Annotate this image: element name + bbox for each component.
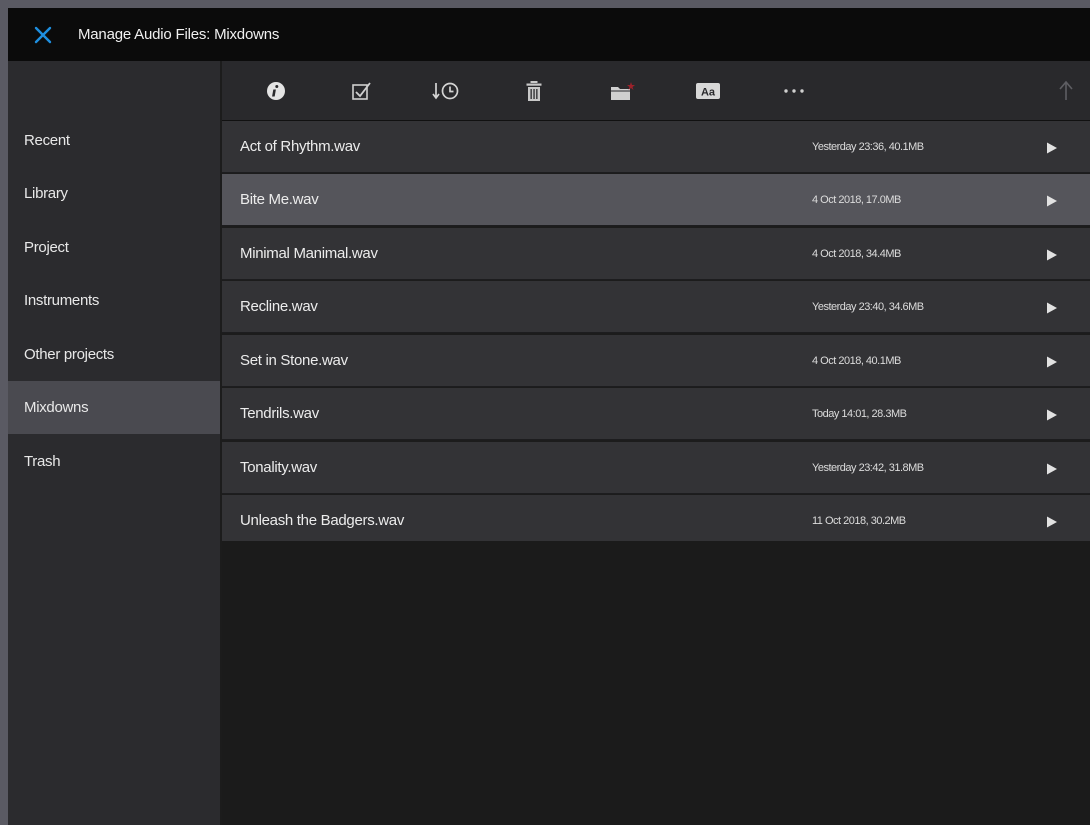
file-name: Minimal Manimal.wav (240, 245, 378, 262)
sidebar-item-label: Other projects (24, 346, 115, 363)
file-meta: 4 Oct 2018, 40.1MB (812, 355, 901, 367)
file-name: Set in Stone.wav (240, 352, 348, 369)
play-icon[interactable] (1045, 515, 1059, 529)
sidebar-item-label: Instruments (24, 292, 100, 309)
parent-folder-button[interactable] (1046, 61, 1086, 120)
close-icon (34, 26, 52, 43)
play-icon[interactable] (1045, 408, 1059, 422)
file-row[interactable]: Minimal Manimal.wav 4 Oct 2018, 34.4MB (222, 228, 1090, 280)
sidebar-item-other-projects[interactable]: Other projects (8, 328, 220, 381)
file-row[interactable]: Tonality.wav Yesterday 23:42, 31.8MB (222, 442, 1090, 494)
file-meta: Yesterday 23:42, 31.8MB (812, 462, 924, 474)
sidebar-item-recent[interactable]: Recent (8, 114, 220, 167)
play-icon[interactable] (1045, 355, 1059, 369)
sidebar: Recent Library Project Instruments Other… (8, 61, 220, 825)
play-icon[interactable] (1045, 248, 1059, 262)
sidebar-item-label: Project (24, 239, 69, 256)
play-icon[interactable] (1045, 141, 1059, 155)
window-title: Manage Audio Files: Mixdowns (78, 26, 280, 43)
more-button[interactable] (774, 61, 814, 120)
info-icon (267, 81, 285, 100)
close-button[interactable] (28, 20, 58, 50)
file-meta: 4 Oct 2018, 34.4MB (812, 248, 901, 260)
file-name: Recline.wav (240, 298, 318, 315)
file-meta: Yesterday 23:40, 34.6MB (812, 301, 924, 313)
sidebar-item-label: Trash (24, 453, 61, 470)
sort-by-time-button[interactable] (426, 61, 466, 120)
file-name: Unleash the Badgers.wav (240, 512, 405, 529)
text-size-icon: Aa (696, 82, 720, 99)
svg-text:Aa: Aa (701, 86, 716, 98)
file-row[interactable]: Unleash the Badgers.wav 11 Oct 2018, 30.… (222, 495, 1090, 547)
title-bar: Manage Audio Files: Mixdowns (8, 8, 1090, 61)
sidebar-item-project[interactable]: Project (8, 221, 220, 274)
file-row[interactable]: Bite Me.wav 4 Oct 2018, 17.0MB (222, 174, 1090, 226)
sidebar-item-trash[interactable]: Trash (8, 435, 220, 488)
select-icon (352, 81, 371, 100)
file-meta: 11 Oct 2018, 30.2MB (812, 515, 906, 527)
file-name: Tonality.wav (240, 459, 317, 476)
sidebar-item-mixdowns[interactable]: Mixdowns (8, 381, 220, 434)
new-folder-button[interactable] (602, 61, 642, 120)
file-name: Act of Rhythm.wav (240, 138, 360, 155)
file-name: Bite Me.wav (240, 191, 319, 208)
file-row[interactable]: Act of Rhythm.wav Yesterday 23:36, 40.1M… (222, 121, 1090, 173)
trash-icon (526, 80, 542, 101)
play-icon[interactable] (1045, 194, 1059, 208)
select-button[interactable] (342, 61, 382, 120)
folder-icon (611, 81, 635, 100)
file-manager-window: Manage Audio Files: Mixdowns Recent Libr… (8, 8, 1090, 825)
delete-button[interactable] (514, 61, 554, 120)
file-row[interactable]: Set in Stone.wav 4 Oct 2018, 40.1MB (222, 335, 1090, 387)
sidebar-item-library[interactable]: Library (8, 167, 220, 220)
info-button[interactable] (256, 61, 296, 120)
sidebar-item-label: Mixdowns (24, 399, 89, 416)
file-meta: 4 Oct 2018, 17.0MB (812, 194, 901, 206)
file-row[interactable]: Tendrils.wav Today 14:01, 28.3MB (222, 388, 1090, 440)
empty-list-area (222, 541, 1090, 825)
file-meta: Today 14:01, 28.3MB (812, 408, 907, 420)
play-icon[interactable] (1045, 462, 1059, 476)
more-icon (784, 88, 804, 93)
file-row[interactable]: Recline.wav Yesterday 23:40, 34.6MB (222, 281, 1090, 333)
file-name: Tendrils.wav (240, 405, 319, 422)
play-icon[interactable] (1045, 301, 1059, 315)
sort-by-time-icon (432, 82, 459, 99)
sidebar-item-label: Recent (24, 132, 70, 149)
up-arrow-icon (1059, 80, 1073, 100)
sidebar-item-instruments[interactable]: Instruments (8, 274, 220, 327)
text-size-button[interactable]: Aa (688, 61, 728, 120)
toolbar: Aa (222, 61, 1090, 121)
file-meta: Yesterday 23:36, 40.1MB (812, 141, 924, 153)
sidebar-item-label: Library (24, 185, 68, 202)
